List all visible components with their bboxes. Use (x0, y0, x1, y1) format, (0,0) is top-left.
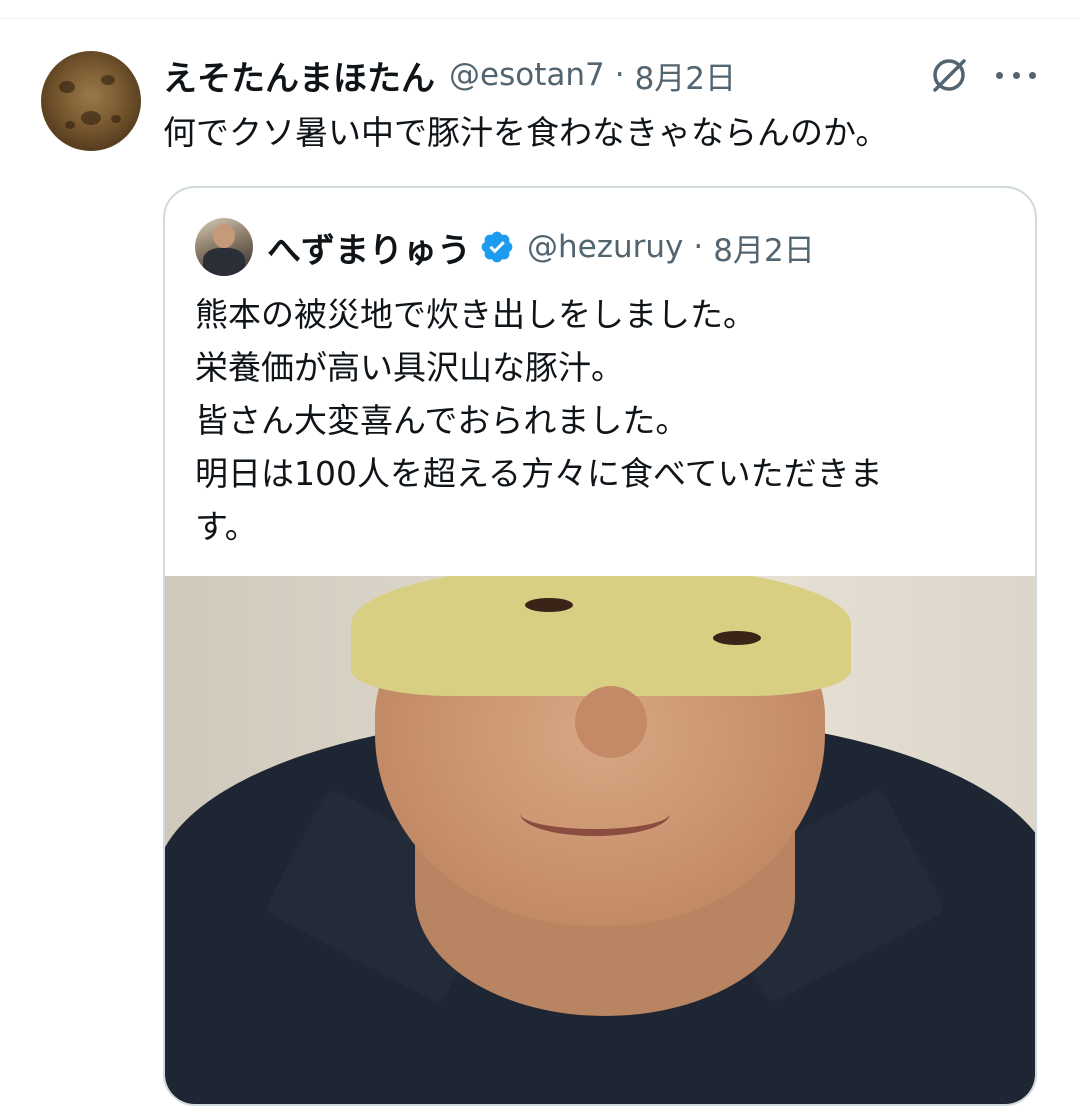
grok-icon[interactable] (926, 52, 972, 98)
author-display-name[interactable]: えそたんまほたん (163, 51, 435, 100)
quoted-tweet-timestamp[interactable]: 8月2日 (713, 225, 814, 270)
quoted-tweet-text: 熊本の被災地で炊き出しをしました。 栄養価が高い具沢山な豚汁。 皆さん大変喜んで… (195, 288, 995, 553)
quoted-text-line: 皆さん大変喜んでおられました。 (195, 401, 689, 440)
verified-badge-icon (481, 231, 513, 263)
separator-dot: · (614, 57, 625, 93)
more-options-icon[interactable] (996, 62, 1036, 88)
quoted-author-handle[interactable]: @hezuruy (527, 229, 683, 265)
author-avatar[interactable] (41, 51, 141, 151)
quoted-text-line: 明日は100人を超える方々に食べていただきま (195, 454, 883, 493)
quoted-author-avatar[interactable] (195, 218, 253, 276)
quoted-text-line: 熊本の被災地で炊き出しをしました。 (195, 295, 756, 334)
tweet-timestamp[interactable]: 8月2日 (635, 53, 736, 98)
quoted-tweet-card[interactable]: へずまりゅう @hezuruy · 8月2日 熊本の被災地で炊き出しをしました。… (163, 186, 1037, 1106)
quoted-author-display-name[interactable]: へずまりゅう (267, 223, 471, 272)
author-handle[interactable]: @esotan7 (449, 57, 605, 93)
tweet-text: 何でクソ暑い中で豚汁を食わなきゃならんのか。 (163, 113, 889, 152)
quoted-tweet-header: へずまりゅう @hezuruy · 8月2日 (267, 220, 815, 274)
quoted-tweet-photo[interactable] (165, 576, 1035, 1104)
separator-dot: · (693, 229, 704, 265)
top-divider (0, 18, 1080, 19)
quoted-text-line: す。 (195, 507, 258, 546)
tweet-header: えそたんまほたん @esotan7 · 8月2日 (163, 50, 736, 100)
quoted-text-line: 栄養価が高い具沢山な豚汁。 (195, 348, 624, 387)
